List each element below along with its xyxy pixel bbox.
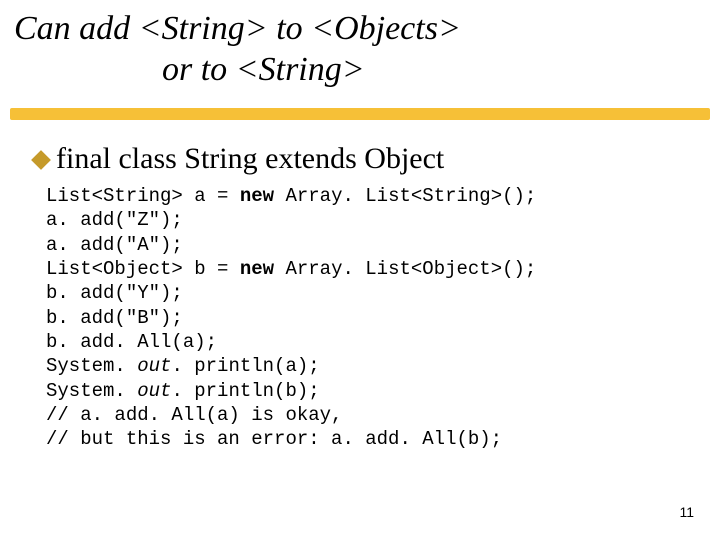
code-line-11: // but this is an error: a. add. All(b); xyxy=(46,428,502,450)
page-number: 11 xyxy=(679,504,694,520)
slide: Can add <String> to <Objects> or to <Str… xyxy=(0,0,720,540)
code-line-6: b. add("B"); xyxy=(46,307,183,329)
title-line-2: or to <String> xyxy=(14,49,700,90)
code-line-10: // a. add. All(a) is okay, xyxy=(46,404,342,426)
title-underline-highlight xyxy=(10,108,710,120)
code-line-4: List<Object> b = new Array. List<Object>… xyxy=(46,258,536,280)
code-line-9: System. out. println(b); xyxy=(46,380,320,402)
code-block: List<String> a = new Array. List<String>… xyxy=(46,184,536,451)
bullet-diamond-icon xyxy=(31,150,51,170)
code-line-5: b. add("Y"); xyxy=(46,282,183,304)
code-line-8: System. out. println(a); xyxy=(46,355,320,377)
bullet-row: final class String extends Object xyxy=(34,142,444,175)
code-line-3: a. add("A"); xyxy=(46,234,183,256)
title-line-1: Can add <String> to <Objects> xyxy=(14,8,700,49)
code-line-1: List<String> a = new Array. List<String>… xyxy=(46,185,536,207)
slide-title: Can add <String> to <Objects> or to <Str… xyxy=(14,8,700,91)
bullet-text: final class String extends Object xyxy=(56,142,444,175)
code-line-7: b. add. All(a); xyxy=(46,331,217,353)
code-line-2: a. add("Z"); xyxy=(46,209,183,231)
